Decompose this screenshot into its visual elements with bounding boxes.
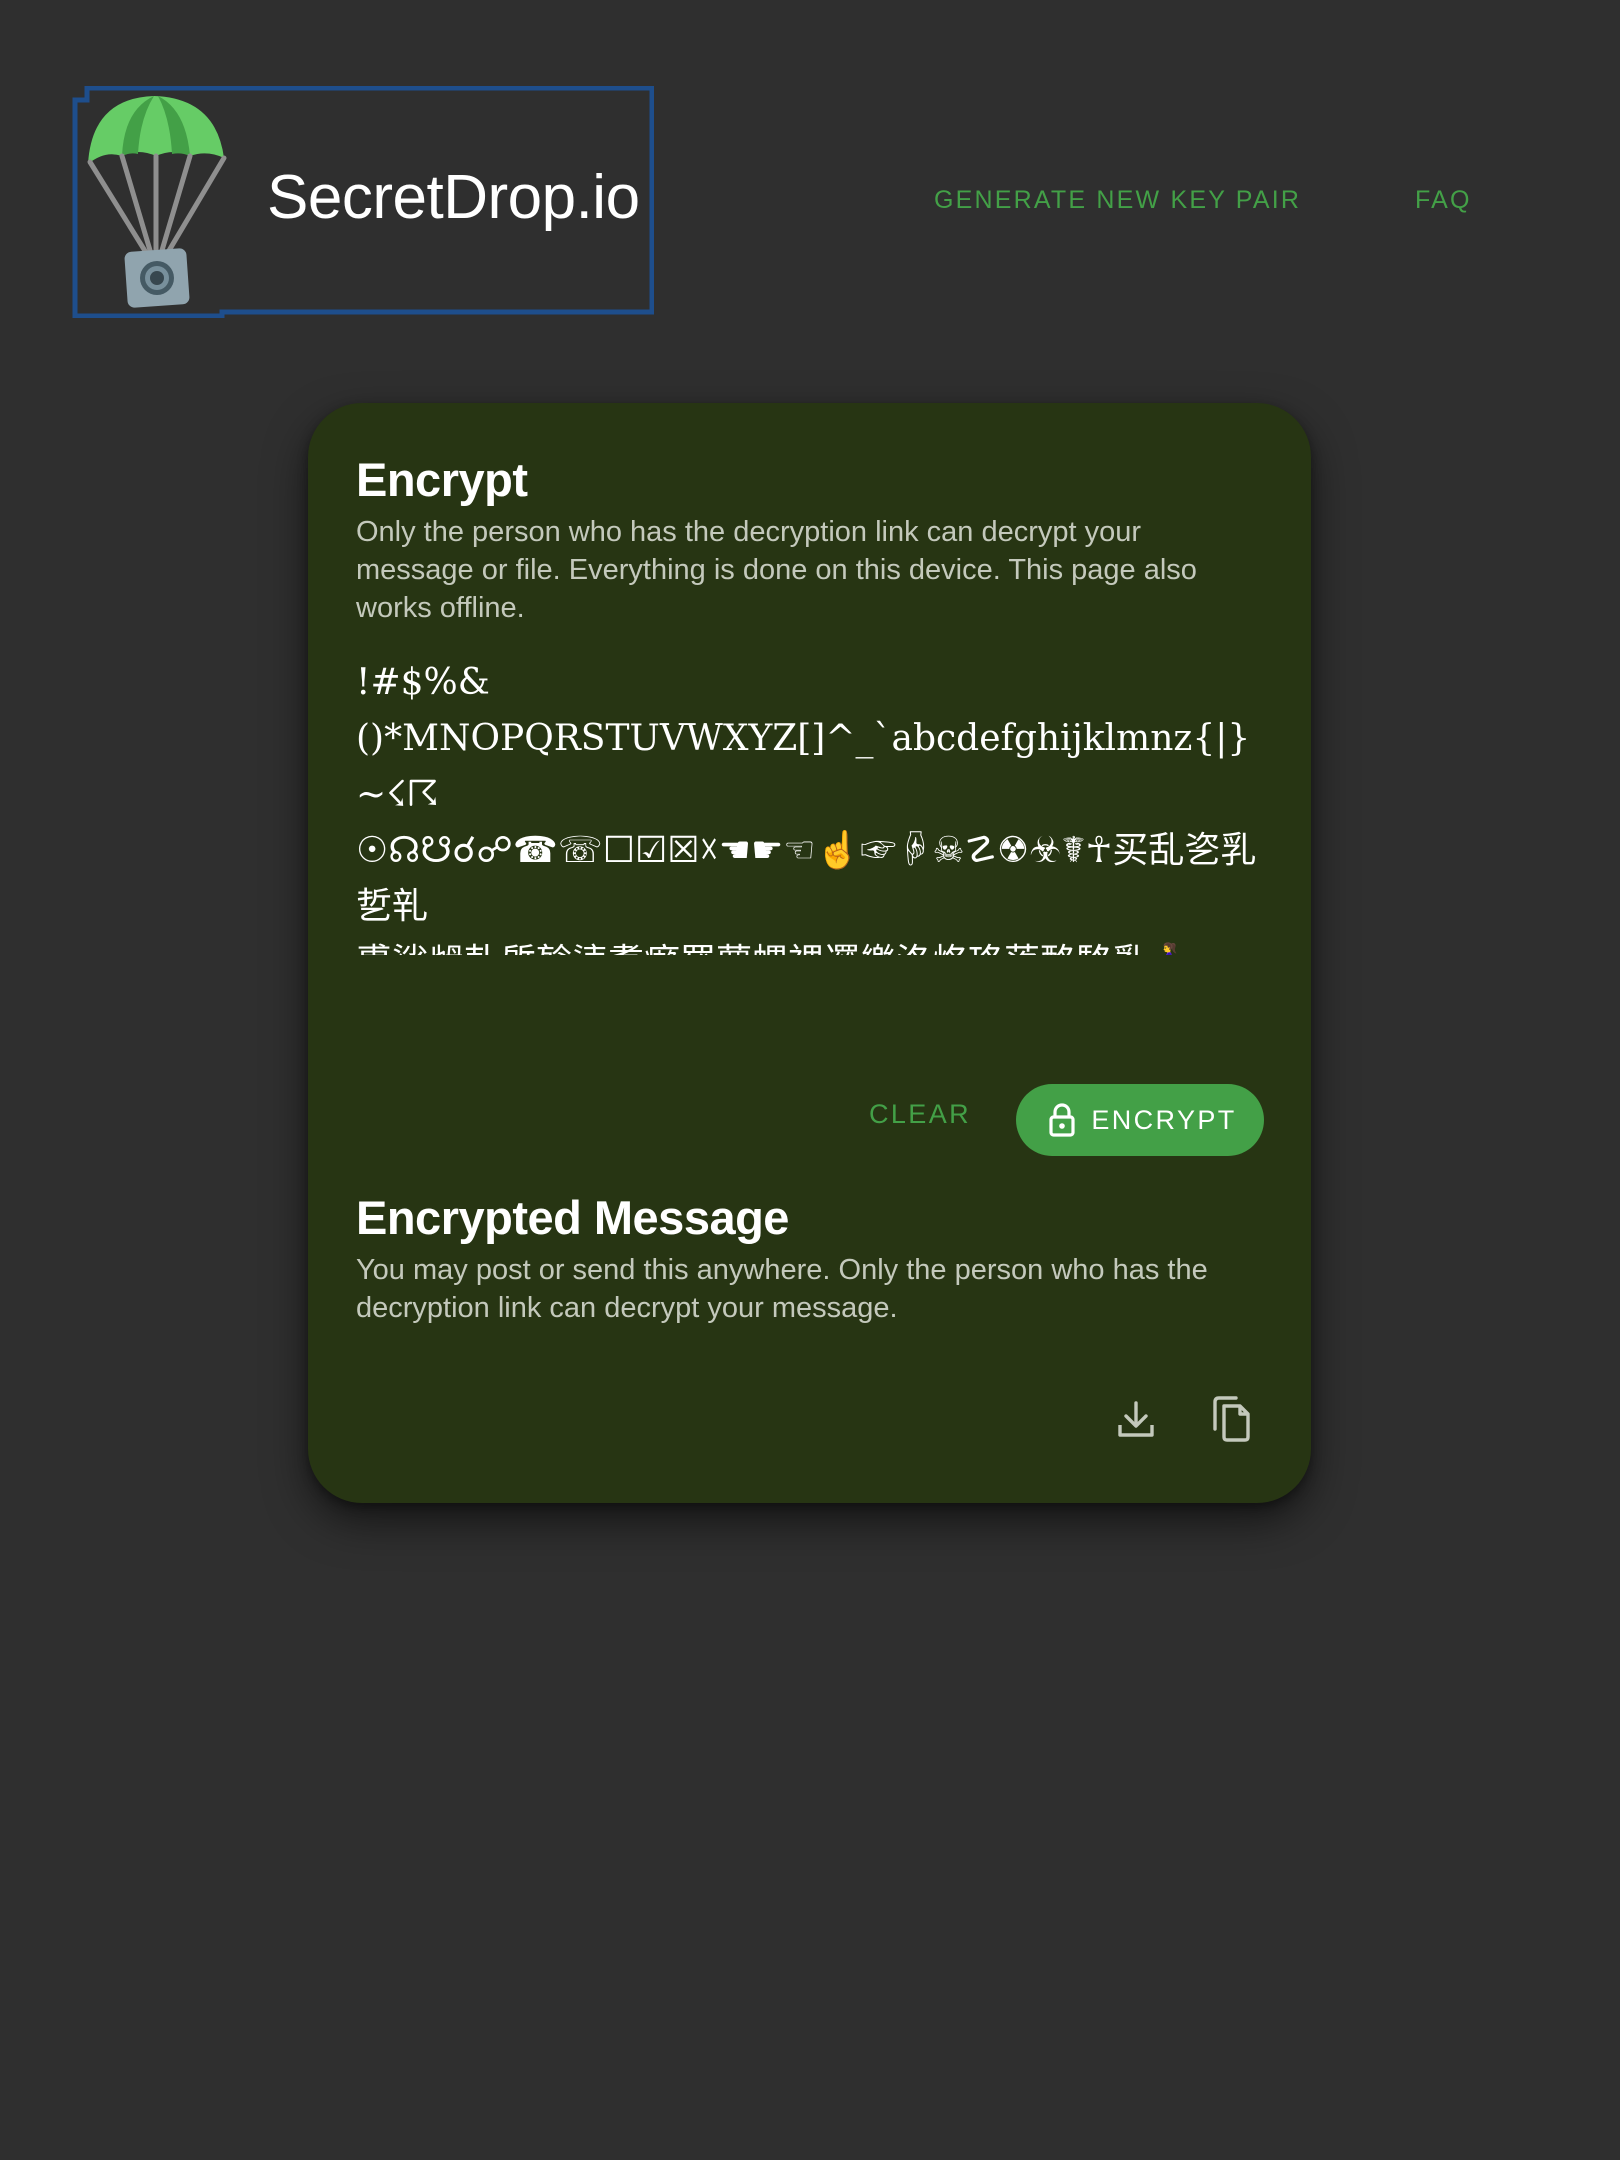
parachute-safe-icon — [87, 96, 227, 308]
message-input[interactable]: !#$%& ()*MNOPQRSTUVWXYZ[]^_`abcdefghijkl… — [356, 655, 1266, 955]
clear-button[interactable]: CLEAR — [850, 1083, 990, 1145]
encrypt-description: Only the person who has the decryption l… — [356, 516, 1197, 624]
brand-logo-link[interactable]: SecretDrop.io — [72, 86, 654, 318]
lock-icon — [1049, 1103, 1075, 1137]
encrypt-button[interactable]: ENCRYPT — [1016, 1084, 1264, 1156]
download-icon — [1118, 1401, 1154, 1437]
download-button[interactable] — [1106, 1389, 1166, 1449]
encrypted-message-title: Encrypted Message — [356, 1191, 789, 1244]
encrypted-message-description: You may post or send this anywhere. Only… — [356, 1254, 1208, 1324]
nav-generate-key-pair-link[interactable]: GENERATE NEW KEY PAIR — [934, 186, 1301, 215]
copy-icon — [1213, 1396, 1250, 1442]
brand-name: SecretDrop.io — [267, 163, 640, 232]
encrypt-title: Encrypt — [356, 453, 528, 506]
copy-button[interactable] — [1202, 1389, 1262, 1449]
nav-faq-link[interactable]: FAQ — [1415, 186, 1472, 215]
encrypt-card: Encrypt Only the person who has the decr… — [308, 403, 1311, 1503]
encrypt-button-label: ENCRYPT — [1091, 1104, 1237, 1135]
page: SecretDrop.io GENERATE NEW KEY PAIR FAQ … — [0, 0, 1620, 2160]
